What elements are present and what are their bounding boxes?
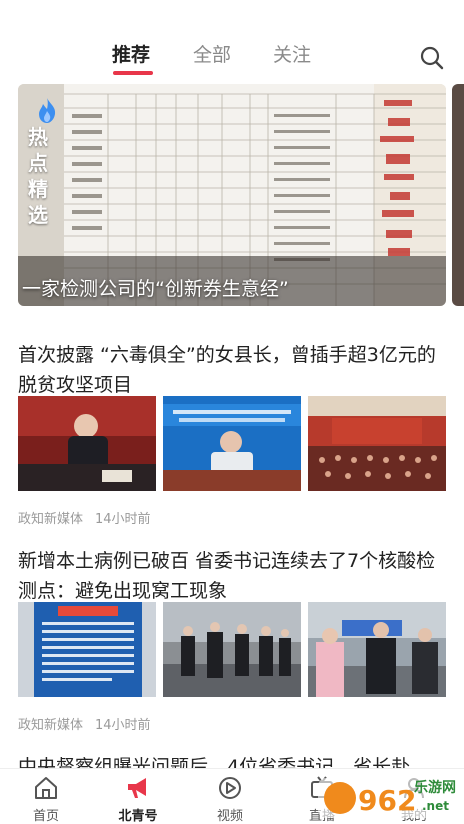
hero-next-card[interactable]	[452, 84, 464, 306]
site-watermark: 962 乐游网 .net	[318, 770, 464, 824]
search-icon	[420, 46, 444, 70]
nav-beiqing[interactable]: 北青号	[92, 769, 184, 824]
tab-all[interactable]: 全部	[193, 40, 231, 67]
nav-home[interactable]: 首页	[0, 769, 92, 824]
nav-label: 视频	[216, 809, 243, 824]
article-thumbnails[interactable]	[18, 602, 446, 697]
watermark-site: 乐游网	[414, 779, 456, 796]
hot-picks-char: 选	[28, 203, 48, 227]
hot-picks-badge: 热 点 精 选	[28, 96, 68, 228]
hot-picks-char: 点	[28, 151, 48, 175]
active-tab-underline	[113, 71, 153, 75]
nav-video[interactable]: 视频	[184, 769, 276, 824]
article-thumbnail	[308, 396, 446, 491]
nav-label: 首页	[32, 809, 59, 824]
hot-picks-char: 精	[28, 177, 48, 201]
article-thumbnails[interactable]	[18, 396, 446, 491]
nav-label: 北青号	[118, 809, 158, 824]
play-circle-icon	[219, 777, 241, 799]
article-thumbnail	[308, 602, 446, 697]
article-title[interactable]: 首次披露 “六毒俱全”的女县长，曾插手超3亿元的脱贫攻坚项目	[18, 340, 448, 400]
watermark-brand: 962	[358, 784, 416, 817]
article-meta: 政知新媒体 14小时前	[18, 714, 151, 733]
hero-image	[18, 84, 446, 306]
hot-picks-char: 热	[28, 125, 48, 149]
flame-icon	[39, 98, 56, 123]
article-source[interactable]: 政知新媒体	[18, 512, 83, 527]
article-meta: 政知新媒体 14小时前	[18, 508, 151, 527]
megaphone-icon	[128, 778, 146, 798]
article-thumbnail	[163, 602, 301, 697]
article-time: 14小时前	[95, 718, 151, 733]
article-source[interactable]: 政知新媒体	[18, 718, 83, 733]
channel-tabs: 推荐 全部 关注	[0, 40, 464, 80]
home-icon	[35, 777, 57, 799]
article-title[interactable]: 新增本土病例已破百 省委书记连续去了7个核酸检测点：避免出现窝工现象	[18, 546, 448, 606]
tab-follow[interactable]: 关注	[273, 40, 311, 67]
tab-recommend[interactable]: 推荐	[112, 40, 150, 67]
article-thumbnail	[18, 602, 156, 697]
article-time: 14小时前	[95, 512, 151, 527]
hero-caption[interactable]: 一家检测公司的“创新券生意经”	[22, 274, 289, 301]
article-thumbnail	[163, 396, 301, 491]
hero-card[interactable]: 热 点 精 选	[18, 84, 446, 306]
search-button[interactable]	[418, 44, 446, 72]
watermark-domain: .net	[422, 799, 449, 813]
top-bar: 推荐 全部 关注	[0, 0, 464, 84]
app-screen: 推荐 全部 关注 热 点 精 选 一家检测公司的“创新券生意经” 首次披露 “六…	[0, 0, 464, 824]
article-thumbnail	[18, 396, 156, 491]
